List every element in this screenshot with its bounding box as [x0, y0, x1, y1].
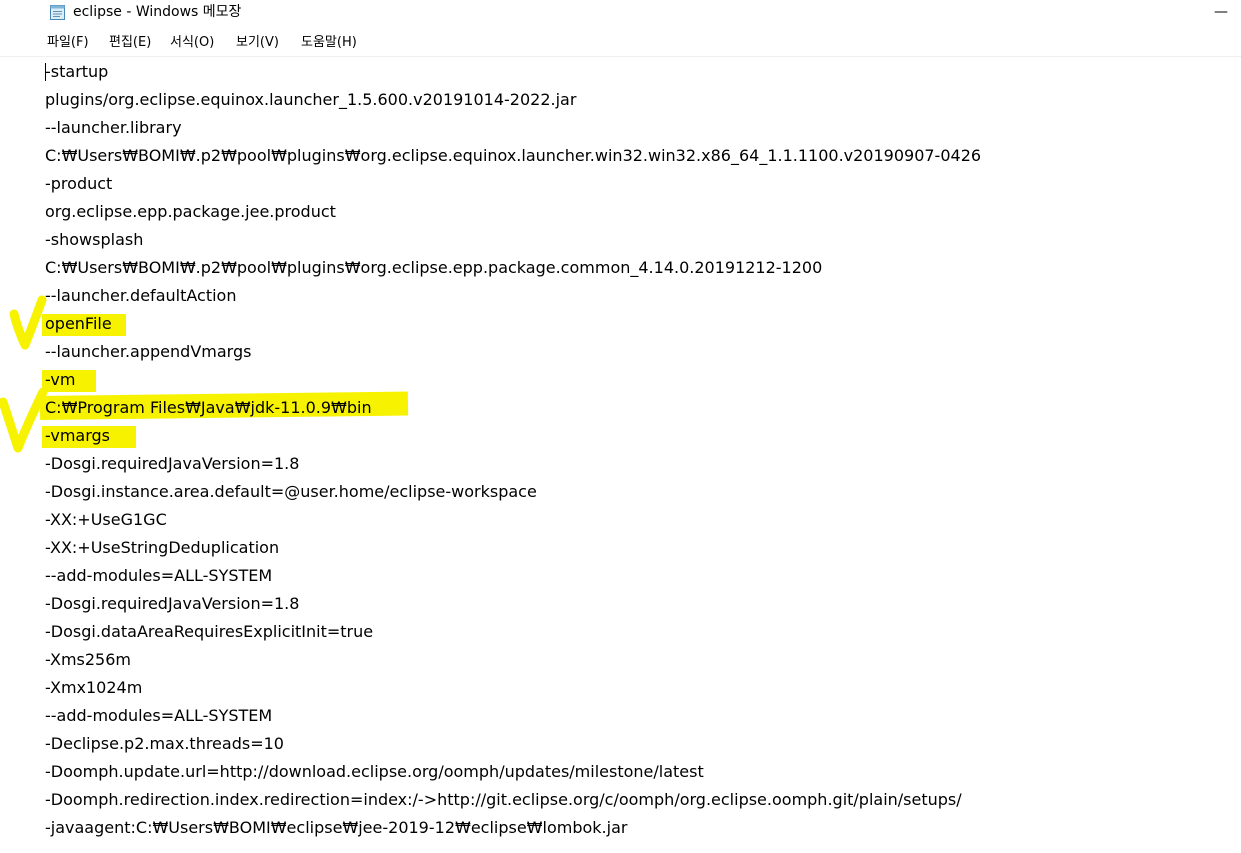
- menu-bar: 파일(F) 편집(E) 서식(O) 보기(V) 도움말(H): [0, 30, 1241, 57]
- text-line: C:₩Users₩BOMI₩.p2₩pool₩plugins₩org.eclip…: [45, 258, 823, 277]
- text-line: openFile: [45, 314, 112, 333]
- text-line: --launcher.appendVmargs: [45, 342, 252, 361]
- text-line: -Doomph.redirection.index.redirection=in…: [45, 790, 962, 809]
- minimize-button[interactable]: —: [1201, 0, 1241, 28]
- text-line: -Dosgi.dataAreaRequiresExplicitInit=true: [45, 622, 374, 641]
- text-line: -product: [45, 174, 113, 193]
- text-line: -XX:+UseStringDeduplication: [45, 538, 280, 557]
- text-line: -Dosgi.requiredJavaVersion=1.8: [45, 594, 300, 613]
- text-line: -vm: [45, 370, 76, 389]
- text-line: --launcher.defaultAction: [45, 286, 237, 305]
- text-line: -XX:+UseG1GC: [45, 510, 167, 529]
- menu-format[interactable]: 서식(O): [170, 34, 214, 52]
- text-line: --add-modules=ALL-SYSTEM: [45, 566, 273, 585]
- text-line: -startup: [45, 62, 109, 81]
- text-line: plugins/org.eclipse.equinox.launcher_1.5…: [45, 90, 577, 109]
- text-line: C:₩Users₩BOMI₩.p2₩pool₩plugins₩org.eclip…: [45, 146, 982, 165]
- menu-help[interactable]: 도움말(H): [301, 34, 357, 52]
- menu-file[interactable]: 파일(F): [47, 34, 89, 52]
- menu-view[interactable]: 보기(V): [236, 34, 279, 52]
- window-title: eclipse - Windows 메모장: [73, 4, 242, 20]
- text-line: --add-modules=ALL-SYSTEM: [45, 706, 273, 725]
- minimize-icon: —: [1214, 4, 1228, 20]
- text-line: -Dosgi.requiredJavaVersion=1.8: [45, 454, 300, 473]
- notepad-icon: [50, 5, 65, 20]
- title-bar[interactable]: eclipse - Windows 메모장 —: [0, 0, 1241, 30]
- text-line: -Xms256m: [45, 650, 131, 669]
- text-line: --launcher.library: [45, 118, 182, 137]
- text-line: -vmargs: [45, 426, 110, 445]
- text-line: -showsplash: [45, 230, 144, 249]
- text-line: -Declipse.p2.max.threads=10: [45, 734, 284, 753]
- text-line: -Doomph.update.url=http://download.eclip…: [45, 762, 704, 781]
- text-line: -javaagent:C:₩Users₩BOMI₩eclipse₩jee-201…: [45, 818, 628, 837]
- text-line: C:₩Program Files₩Java₩jdk-11.0.9₩bin: [45, 398, 372, 417]
- text-line: org.eclipse.epp.package.jee.product: [45, 202, 336, 221]
- text-line: -Xmx1024m: [45, 678, 143, 697]
- text-cursor: [45, 63, 46, 81]
- text-editor[interactable]: -startup plugins/org.eclipse.equinox.lau…: [0, 57, 1241, 853]
- menu-edit[interactable]: 편집(E): [109, 34, 151, 52]
- text-line: -Dosgi.instance.area.default=@user.home/…: [45, 482, 537, 501]
